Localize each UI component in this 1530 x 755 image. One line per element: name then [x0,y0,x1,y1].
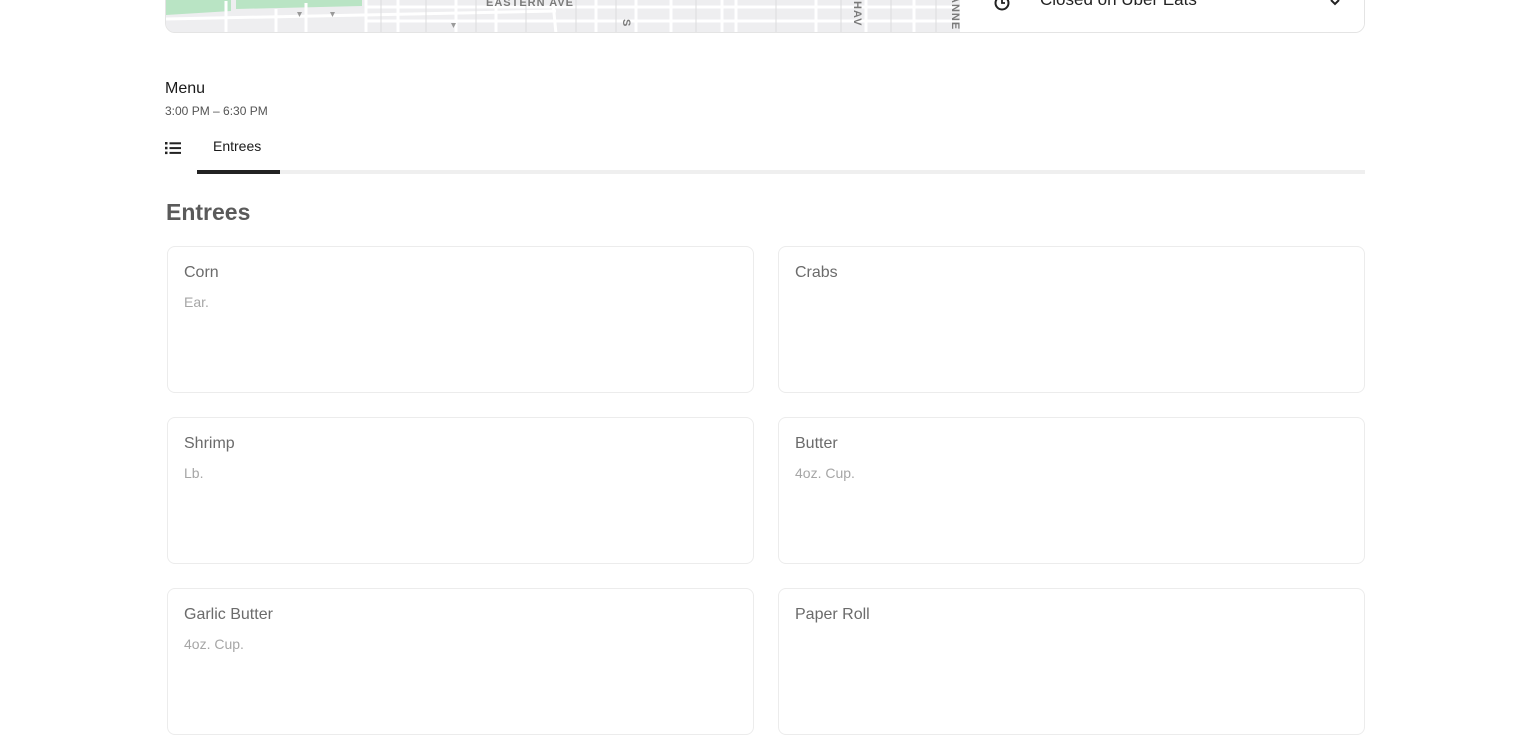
street-label: S [620,19,632,28]
store-map[interactable]: EASTERN AVE S HAV ANNE [166,0,960,32]
menu-item-card[interactable]: Corn Ear. [167,246,754,393]
list-icon[interactable] [165,140,181,156]
item-name: Corn [184,264,219,281]
section-title: Entrees [166,199,251,225]
menu-title: Menu [165,80,206,97]
tab-label: Entrees [213,138,262,154]
menu-item-card[interactable]: Garlic Butter 4oz. Cup. [167,588,754,735]
item-name: Shrimp [184,435,235,452]
store-info-card: EASTERN AVE S HAV ANNE Closed on Uber Ea… [165,0,1365,33]
clock-icon [994,0,1010,11]
item-description: 4oz. Cup. [795,465,855,481]
item-name: Crabs [795,264,838,281]
tab-track [197,170,1365,174]
menu-item-card[interactable]: Butter 4oz. Cup. [778,417,1365,564]
menu-tab-bar: Entrees [165,132,1365,174]
item-description: 4oz. Cup. [184,636,244,652]
store-hours-status: Closed on Uber Eats [1040,0,1197,10]
menu-item-card[interactable]: Crabs [778,246,1365,393]
menu-item-card[interactable]: Paper Roll [778,588,1365,735]
tab-entrees[interactable]: Entrees [197,132,280,174]
menu-item-card[interactable]: Shrimp Lb. [167,417,754,564]
chevron-down-icon [1330,0,1340,6]
store-hours-dropdown[interactable]: Closed on Uber Eats [960,0,1364,32]
item-name: Garlic Butter [184,606,273,623]
active-tab-indicator [197,170,280,174]
street-label: ANNE [949,0,960,31]
street-label: EASTERN AVE [486,0,575,9]
item-description: Ear. [184,294,209,310]
item-description: Lb. [184,465,204,481]
item-name: Paper Roll [795,606,870,623]
menu-hours: 3:00 PM – 6:30 PM [165,104,268,118]
street-label: HAV [851,1,863,27]
item-name: Butter [795,435,838,452]
